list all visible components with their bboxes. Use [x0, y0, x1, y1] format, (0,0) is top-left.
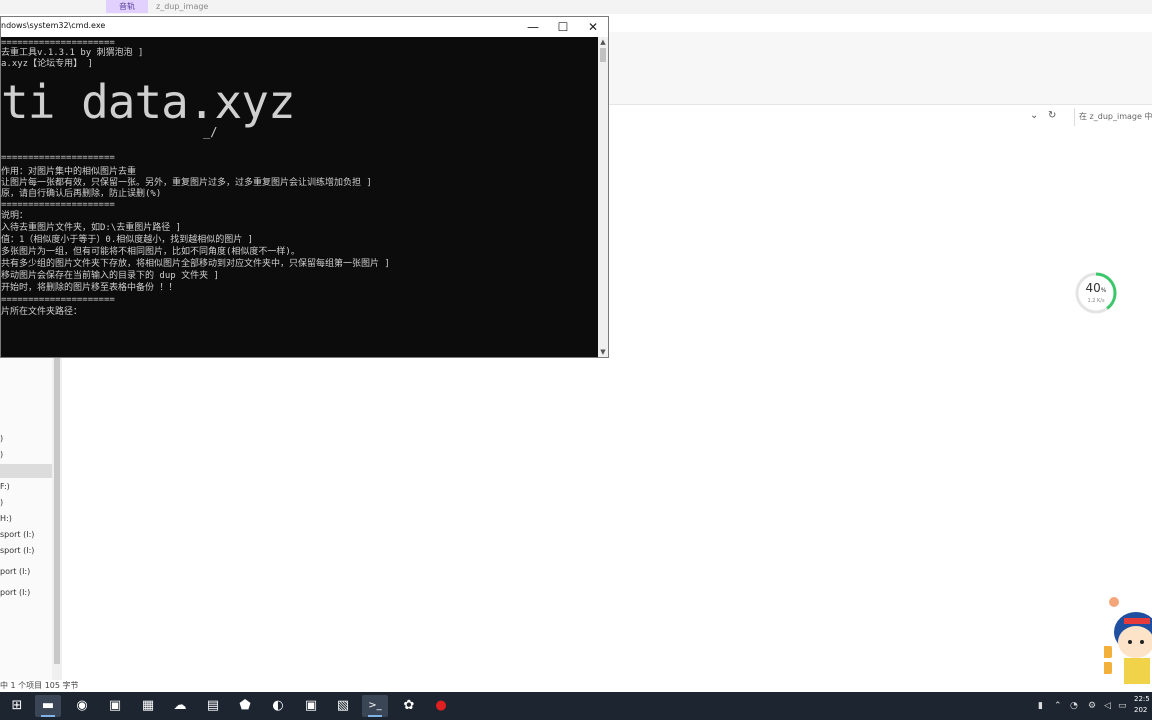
taskbar: ⊞ ▬ ◉ ▣ ▦ ☁ ▤ ⬟ ◐ ▣ ▧ >_ ✿ ● ▮ ⌃ ◔ ⚙ ◁ ▭…: [0, 692, 1152, 720]
console-scrollbar[interactable]: ▲ ▼: [598, 37, 608, 357]
app-icon[interactable]: ⬟: [232, 695, 258, 717]
maximize-button[interactable]: ☐: [548, 17, 578, 37]
console-line: 移动图片会保存在当前输入的目录下的 dup 文件夹 ]: [1, 271, 219, 281]
console-prompt: 片所在文件夹路径：: [1, 307, 83, 317]
console-line: 作用：对图片集中的相似图片去重: [1, 167, 137, 177]
console-line: =====================: [1, 38, 115, 48]
scrollbar-thumb[interactable]: [54, 358, 60, 664]
cloud-app-icon[interactable]: ☁: [167, 695, 193, 717]
console-line: 多张图片为一组，但有可能将不相同图片，比如不同角度(相似度不一样)。: [1, 247, 300, 257]
system-clock[interactable]: 22:5 202: [1134, 694, 1150, 716]
wifi-icon[interactable]: ◔: [1070, 692, 1078, 720]
navigation-pane: ) ) F:) ) H:) sport (I:) sport (I:) port…: [0, 358, 52, 680]
tab-z-dup-image[interactable]: z_dup_image: [156, 0, 208, 13]
nav-item[interactable]: port (I:): [0, 565, 52, 579]
ascii-banner: ti data.xyz: [1, 75, 296, 129]
console-line: =====================: [1, 153, 115, 163]
clock-date: 202: [1134, 706, 1148, 714]
gauge-value: 40%: [1085, 281, 1107, 295]
close-button[interactable]: ✕: [578, 17, 608, 37]
minimize-button[interactable]: —: [518, 17, 548, 37]
console-line: 说明：: [1, 211, 29, 221]
cmd-title-bar[interactable]: ndows\system32\cmd.exe — ☐ ✕: [1, 17, 608, 37]
search-input[interactable]: 在 z_dup_image 中: [1074, 108, 1152, 126]
scroll-down-icon[interactable]: ▼: [598, 347, 608, 357]
address-bar[interactable]: ⌄: [610, 108, 1152, 126]
app-icon[interactable]: ▣: [102, 695, 128, 717]
console-line: 去重工具v.1.3.1 by 刺猬泡泡 ]: [1, 48, 144, 58]
nav-scrollbar[interactable]: [52, 358, 62, 680]
browser-tab-strip: 音轨 z_dup_image: [0, 0, 1152, 14]
cmd-icon[interactable]: >_: [362, 695, 388, 717]
nav-item[interactable]: F:): [0, 480, 52, 494]
app-icon[interactable]: ▤: [200, 695, 226, 717]
nav-item[interactable]: ): [0, 448, 52, 462]
app-icon[interactable]: ▣: [298, 695, 324, 717]
nav-item-selected[interactable]: [0, 464, 52, 478]
nav-item[interactable]: port (I:): [0, 586, 52, 600]
console-line: 入待去重图片文件夹，如D:\去重图片路径 ]: [1, 223, 182, 233]
network-speed-gauge[interactable]: 40% 1.2 K/s: [1074, 271, 1118, 315]
app-icon[interactable]: ◐: [265, 695, 291, 717]
nav-item[interactable]: ): [0, 496, 52, 510]
app-icon[interactable]: ✿: [396, 695, 422, 717]
console-line: =====================: [1, 200, 115, 210]
ascii-banner-tail: _/: [203, 125, 218, 139]
chevron-up-icon[interactable]: ⌃: [1054, 692, 1062, 720]
console-output[interactable]: ===================== 去重工具v.1.3.1 by 刺猬泡…: [1, 37, 598, 357]
mascot-avatar[interactable]: [1104, 594, 1152, 692]
scrollbar-thumb[interactable]: [600, 48, 606, 62]
refresh-icon[interactable]: ↻: [1048, 110, 1056, 121]
settings-icon[interactable]: ⚙: [1088, 692, 1096, 720]
console-line: =====================: [1, 295, 115, 305]
notification-icon[interactable]: ▭: [1118, 692, 1127, 720]
clock-time: 22:5: [1134, 695, 1150, 703]
file-explorer-icon[interactable]: ▬: [35, 695, 61, 717]
window-title: ndows\system32\cmd.exe: [1, 21, 106, 30]
gauge-subtext: 1.2 K/s: [1087, 298, 1105, 304]
console-line: 开始时，将删除的图片移至表格中备份 ！！: [1, 283, 178, 293]
nav-item[interactable]: ): [0, 432, 52, 446]
nav-item[interactable]: H:): [0, 512, 52, 526]
speaker-icon[interactable]: ◁: [1104, 692, 1111, 720]
chrome-icon[interactable]: ◉: [69, 695, 95, 717]
windows-start-icon[interactable]: ⊞: [4, 695, 30, 717]
console-line: a.xyz【论坛专用】 ]: [1, 59, 93, 69]
console-line: 值：1（相似度小于等于）0.相似度越小，找到越相似的图片 ]: [1, 235, 254, 245]
battery-icon[interactable]: ▮: [1038, 692, 1043, 720]
terminal-app-icon[interactable]: ▦: [135, 695, 161, 717]
nav-item[interactable]: sport (I:): [0, 528, 52, 542]
status-bar: 中 1 个项目 105 字节: [0, 681, 79, 690]
scroll-up-icon[interactable]: ▲: [598, 37, 608, 47]
console-line: 让图片每一张都有效，只保留一张。另外，重复图片过多，过多重复图片会让训练增加负担…: [1, 178, 372, 188]
console-line: 原，请自行确认后再删除，防止误删(%): [1, 189, 162, 199]
tab-music[interactable]: 音轨: [106, 0, 148, 13]
chevron-down-icon[interactable]: ⌄: [1030, 110, 1038, 121]
notes-icon[interactable]: ▧: [330, 695, 356, 717]
record-icon[interactable]: ●: [428, 695, 454, 717]
console-line: 共有多少组的图片文件夹下存放，将相似图片全部移动到对应文件夹中，只保留每组第一张…: [1, 259, 390, 269]
nav-item[interactable]: sport (I:): [0, 544, 52, 558]
cmd-window[interactable]: ndows\system32\cmd.exe — ☐ ✕ ===========…: [0, 16, 609, 358]
